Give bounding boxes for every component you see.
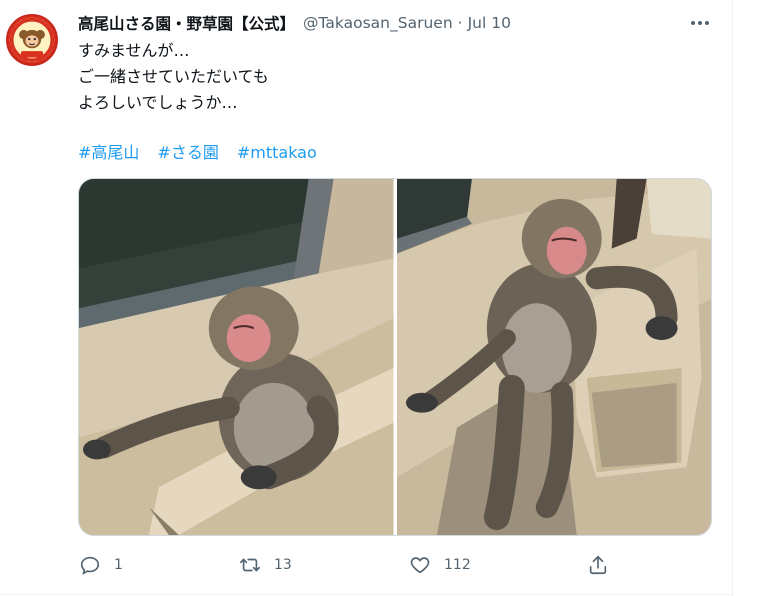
monkey-photo-image [79,179,394,535]
separator-dot: · [457,14,463,32]
column-divider [732,0,733,596]
monkey-photo-image [396,179,711,535]
photo-1[interactable] [79,179,394,535]
user-handle[interactable]: @Takaosan_Saruen [303,14,453,32]
tweet-timestamp[interactable]: Jul 10 [468,14,511,32]
hashtag-link[interactable]: #さる園 [157,140,218,166]
monkey-logo-icon [9,17,55,63]
tweet-header: 高尾山さる園・野草園【公式】 @Takaosan_Saruen · Jul 10 [78,12,511,34]
photo-2[interactable] [396,179,711,535]
hashtag-link[interactable]: #高尾山 [78,140,139,166]
hashtag-link[interactable]: #mttakao [237,140,317,166]
share-icon [586,553,610,577]
like-button[interactable]: 112 [408,550,471,580]
hashtag-list: #高尾山 #さる園 #mttakao [78,140,317,166]
more-options-button[interactable] [686,12,714,34]
tweet-divider [0,594,732,595]
retweet-button[interactable]: 13 [238,550,292,580]
reply-button[interactable]: 1 [78,550,123,580]
retweet-icon [238,553,262,577]
display-name[interactable]: 高尾山さる園・野草園【公式】 [78,12,295,34]
like-count: 112 [444,557,471,573]
ellipsis-icon [691,21,709,25]
tweet-text: すみませんが… ご一緒させていただいても よろしいでしょうか… [78,38,269,116]
retweet-count: 13 [274,557,292,573]
avatar[interactable] [6,14,58,66]
share-button[interactable] [586,550,622,580]
tweet-action-bar: 1 13 112 [78,550,638,580]
reply-icon [78,553,102,577]
media-grid [78,178,712,536]
tweet-text-line: よろしいでしょうか… [78,93,238,112]
reply-count: 1 [114,557,123,573]
tweet-text-line: すみませんが… [78,41,190,60]
heart-icon [408,553,432,577]
tweet-text-line: ご一緒させていただいても [78,67,269,86]
